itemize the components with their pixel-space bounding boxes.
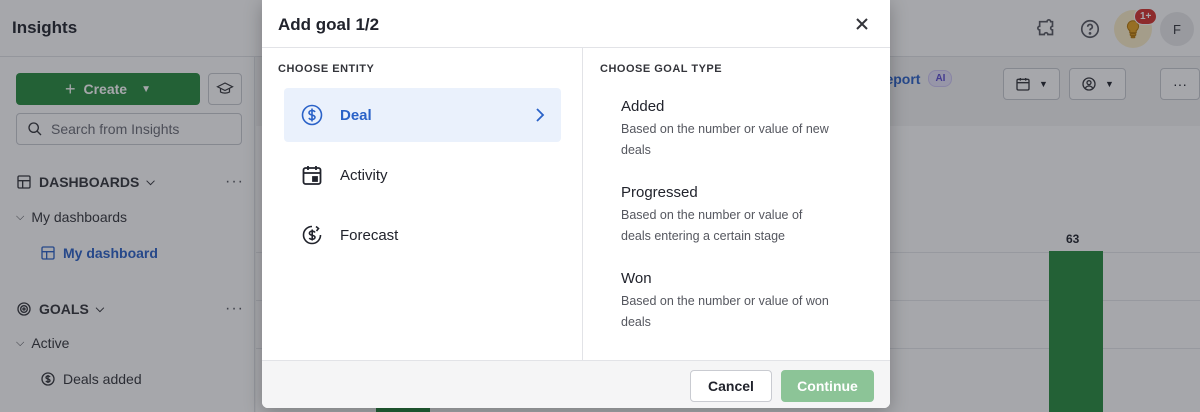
goal-type-description: Based on the number or value of won deal… — [621, 294, 829, 329]
goal-type-section-label: CHOOSE GOAL TYPE — [600, 63, 723, 75]
goal-type-added[interactable]: Added Based on the number or value of ne… — [621, 98, 861, 161]
dollar-circle-icon — [301, 104, 323, 126]
forecast-icon — [302, 225, 322, 245]
entity-option-label: Activity — [340, 166, 388, 184]
goal-type-title: Progressed — [621, 184, 698, 201]
goal-type-progressed[interactable]: Progressed Based on the number or value … — [621, 184, 861, 247]
goal-type-description: Based on the number or value of new deal… — [621, 122, 829, 157]
entity-column: CHOOSE ENTITY Deal Activity Forecast — [262, 48, 583, 360]
goal-type-column: CHOOSE GOAL TYPE Added Based on the numb… — [583, 48, 890, 360]
add-goal-modal: Add goal 1/2 CHOOSE ENTITY Deal Activity… — [262, 0, 890, 408]
entity-option-label: Forecast — [340, 226, 399, 244]
entity-option-label: Deal — [340, 106, 372, 124]
entity-option-activity[interactable]: Activity — [284, 148, 561, 202]
modal-title: Add goal 1/2 — [278, 15, 380, 34]
entity-option-deal[interactable]: Deal — [284, 88, 561, 142]
goal-type-won[interactable]: Won Based on the number or value of won … — [621, 270, 861, 333]
continue-button[interactable]: Continue — [781, 370, 874, 402]
close-icon — [856, 18, 868, 30]
modal-footer: Cancel Continue — [262, 360, 890, 408]
goal-type-title: Won — [621, 270, 652, 287]
modal-header: Add goal 1/2 — [262, 0, 890, 48]
goal-type-description: Based on the number or value of deals en… — [621, 208, 803, 243]
calendar-icon — [302, 166, 322, 185]
close-button[interactable] — [850, 12, 874, 36]
cancel-button[interactable]: Cancel — [690, 370, 772, 402]
entity-option-forecast[interactable]: Forecast — [284, 208, 561, 262]
entity-section-label: CHOOSE ENTITY — [278, 63, 375, 75]
goal-type-title: Added — [621, 98, 665, 115]
chevron-right-icon — [536, 108, 545, 122]
